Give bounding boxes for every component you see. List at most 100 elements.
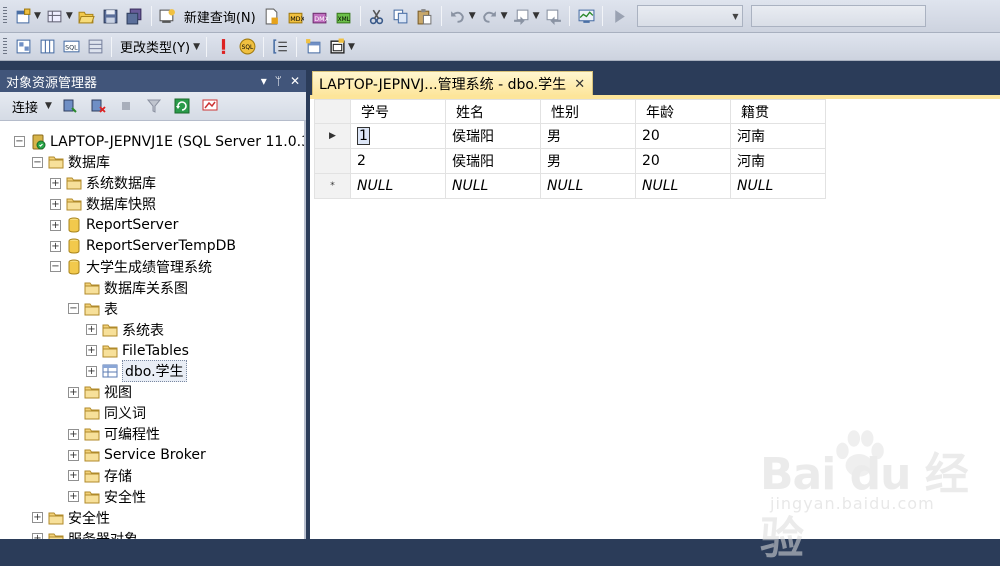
- grid-cell[interactable]: NULL: [350, 173, 446, 199]
- grid-cell[interactable]: 河南: [730, 123, 826, 149]
- grid-cell[interactable]: NULL: [730, 173, 826, 199]
- tree-node[interactable]: 数据库关系图: [68, 277, 188, 298]
- add-item-button[interactable]: [44, 5, 66, 27]
- verify-sql-button[interactable]: SQL: [236, 36, 258, 58]
- dmx-query-button[interactable]: DMX: [309, 5, 331, 27]
- add-table-button[interactable]: [302, 36, 324, 58]
- disconnect-button[interactable]: [87, 95, 109, 117]
- change-type-dropdown-icon[interactable]: ▼: [193, 42, 200, 52]
- expand-icon[interactable]: +: [68, 386, 79, 398]
- change-type-button[interactable]: 更改类型(Y): [116, 37, 194, 56]
- expand-icon[interactable]: +: [86, 365, 97, 377]
- execute-sql-button[interactable]: [212, 36, 234, 58]
- connect-button[interactable]: 连接: [8, 97, 42, 116]
- tree-node[interactable]: + 服务器对象: [32, 528, 138, 539]
- new-query-button[interactable]: 新建查询(N): [180, 7, 260, 26]
- expand-icon[interactable]: +: [50, 219, 61, 231]
- new-project-dropdown-icon[interactable]: ▼: [34, 11, 41, 21]
- find-combo[interactable]: [751, 5, 927, 27]
- grid-corner[interactable]: [314, 99, 351, 124]
- show-criteria-pane-button[interactable]: [36, 36, 58, 58]
- navigate-dropdown-icon[interactable]: ▼: [533, 11, 540, 21]
- collapse-icon[interactable]: −: [32, 156, 43, 168]
- expand-icon[interactable]: +: [68, 491, 79, 503]
- grid-cell[interactable]: 侯瑞阳: [445, 123, 541, 149]
- execute-button[interactable]: [608, 5, 630, 27]
- grid-cell[interactable]: NULL: [540, 173, 636, 199]
- toolbar-overflow-icon[interactable]: ▼: [348, 42, 355, 52]
- expand-icon[interactable]: +: [32, 533, 43, 539]
- expand-icon[interactable]: +: [68, 428, 79, 440]
- grid-cell[interactable]: NULL: [445, 173, 541, 199]
- activity-monitor-explorer-button[interactable]: [199, 95, 221, 117]
- column-header[interactable]: 年龄: [635, 99, 731, 124]
- show-results-pane-button[interactable]: [84, 36, 106, 58]
- connect-object-explorer-button[interactable]: [59, 95, 81, 117]
- tree-node[interactable]: + ReportServer: [50, 215, 178, 236]
- tree-node[interactable]: − 表: [68, 298, 118, 319]
- show-sql-pane-button[interactable]: SQL: [60, 36, 82, 58]
- expand-icon[interactable]: +: [86, 324, 97, 336]
- tree-node[interactable]: + dbo.学生: [86, 360, 187, 383]
- cut-button[interactable]: [366, 5, 388, 27]
- mdx-query-button[interactable]: MDX: [285, 5, 307, 27]
- add-derived-table-button[interactable]: [326, 36, 348, 58]
- activity-monitor-button[interactable]: [575, 5, 597, 27]
- grid-cell[interactable]: 侯瑞阳: [445, 148, 541, 174]
- open-file-button[interactable]: [76, 5, 98, 27]
- tree-node[interactable]: + 数据库快照: [50, 194, 156, 215]
- grid-cell[interactable]: NULL: [635, 173, 731, 199]
- row-selector[interactable]: ▶: [314, 123, 351, 149]
- tab-dbo-student[interactable]: LAPTOP-JEPNVJ...管理系统 - dbo.学生 ✕: [312, 71, 594, 96]
- column-header[interactable]: 籍贯: [730, 99, 826, 124]
- tree-node[interactable]: − 大学生成绩管理系统: [50, 256, 212, 277]
- add-item-dropdown-icon[interactable]: ▼: [66, 11, 73, 21]
- column-header[interactable]: 学号: [350, 99, 446, 124]
- grid-cell[interactable]: 20: [635, 148, 731, 174]
- close-icon[interactable]: ✕: [574, 77, 585, 92]
- row-selector[interactable]: *: [314, 173, 351, 199]
- grid-cell[interactable]: 男: [540, 123, 636, 149]
- tree-node[interactable]: − 数据库: [32, 152, 110, 173]
- group-by-button[interactable]: [269, 36, 291, 58]
- tree-node[interactable]: + 视图: [68, 382, 132, 403]
- paste-button[interactable]: [414, 5, 436, 27]
- collapse-icon[interactable]: −: [50, 261, 61, 273]
- redo-button[interactable]: [479, 5, 501, 27]
- expand-icon[interactable]: +: [68, 449, 79, 461]
- undo-button[interactable]: [447, 5, 469, 27]
- tree-node[interactable]: + Service Broker: [68, 445, 206, 466]
- tree-node[interactable]: + 系统表: [86, 319, 164, 340]
- save-all-button[interactable]: [124, 5, 146, 27]
- undo-dropdown-icon[interactable]: ▼: [469, 11, 476, 21]
- stop-button[interactable]: [115, 95, 137, 117]
- tree-node[interactable]: + 安全性: [32, 507, 110, 528]
- new-query-icon-button[interactable]: [157, 5, 179, 27]
- database-engine-query-button[interactable]: [261, 5, 283, 27]
- redo-dropdown-icon[interactable]: ▼: [501, 11, 508, 21]
- expand-icon[interactable]: +: [86, 345, 97, 356]
- grid-cell[interactable]: 1: [350, 123, 446, 149]
- expand-icon[interactable]: +: [50, 240, 61, 252]
- pin-icon[interactable]: ᛘ: [275, 74, 282, 88]
- grid-cell[interactable]: 20: [635, 123, 731, 149]
- tree-node[interactable]: 同义词: [68, 403, 146, 424]
- tree-node[interactable]: + ReportServerTempDB: [50, 236, 236, 257]
- grid-cell[interactable]: 河南: [730, 148, 826, 174]
- xmla-query-button[interactable]: XML: [333, 5, 355, 27]
- expand-icon[interactable]: +: [50, 198, 61, 210]
- filter-button[interactable]: [143, 95, 165, 117]
- collapse-icon[interactable]: −: [68, 303, 79, 315]
- show-diagram-pane-button[interactable]: [12, 36, 34, 58]
- toolbar-grip[interactable]: [3, 37, 7, 56]
- window-position-icon[interactable]: ▾: [261, 74, 267, 88]
- solution-config-combo[interactable]: ▼: [637, 5, 744, 27]
- close-icon[interactable]: ✕: [290, 74, 300, 88]
- toolbar-grip[interactable]: [3, 7, 7, 25]
- expand-icon[interactable]: +: [68, 470, 79, 482]
- refresh-button[interactable]: [171, 95, 193, 117]
- tree-node[interactable]: + 存储: [68, 465, 132, 486]
- tree-node[interactable]: + FileTables: [86, 340, 189, 361]
- column-header[interactable]: 性别: [540, 99, 636, 124]
- new-project-button[interactable]: [12, 5, 34, 27]
